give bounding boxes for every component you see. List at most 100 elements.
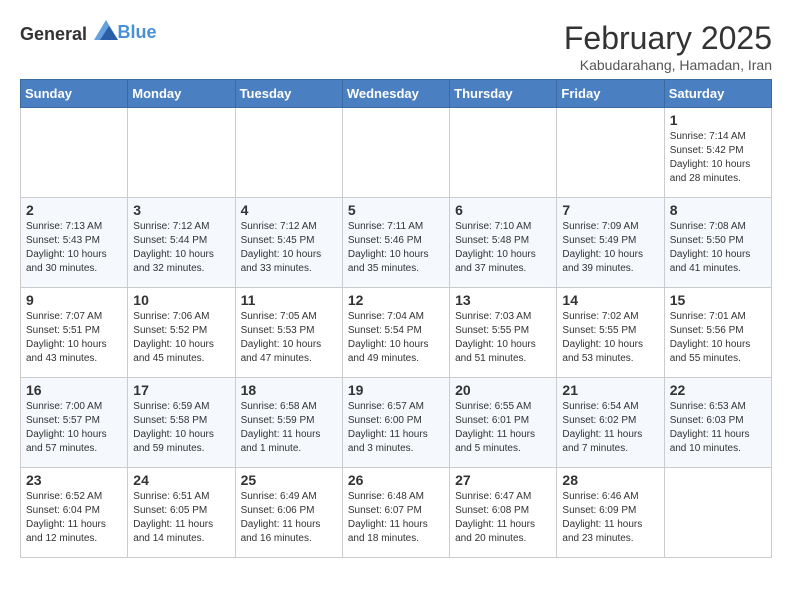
calendar-cell: 7 Sunrise: 7:09 AM Sunset: 5:49 PM Daylig… [557,198,664,288]
calendar-cell: 14 Sunrise: 7:02 AM Sunset: 5:55 PM Dayli… [557,288,664,378]
calendar-cell: 26 Sunrise: 6:48 AM Sunset: 6:07 PM Dayli… [342,468,449,558]
calendar-cell: 5 Sunrise: 7:11 AM Sunset: 5:46 PM Daylig… [342,198,449,288]
calendar-header-row: SundayMondayTuesdayWednesdayThursdayFrid… [21,80,772,108]
day-number: 12 [348,292,444,308]
weekday-header-thursday: Thursday [450,80,557,108]
page-header: General Blue February 2025 Kabudarahang,… [20,20,772,73]
day-number: 28 [562,472,658,488]
day-number: 4 [241,202,337,218]
logo-blue: Blue [118,22,157,42]
day-detail: Sunrise: 6:57 AM Sunset: 6:00 PM Dayligh… [348,400,444,456]
day-number: 7 [562,202,658,218]
calendar-cell: 22 Sunrise: 6:53 AM Sunset: 6:03 PM Dayli… [664,378,771,468]
calendar-cell: 1 Sunrise: 7:14 AM Sunset: 5:42 PM Daylig… [664,108,771,198]
day-number: 17 [133,382,229,398]
day-number: 15 [670,292,766,308]
day-detail: Sunrise: 6:47 AM Sunset: 6:08 PM Dayligh… [455,490,551,546]
day-detail: Sunrise: 7:03 AM Sunset: 5:55 PM Dayligh… [455,310,551,366]
day-number: 14 [562,292,658,308]
day-detail: Sunrise: 7:06 AM Sunset: 5:52 PM Dayligh… [133,310,229,366]
calendar-cell: 11 Sunrise: 7:05 AM Sunset: 5:53 PM Dayli… [235,288,342,378]
calendar-cell: 17 Sunrise: 6:59 AM Sunset: 5:58 PM Dayli… [128,378,235,468]
calendar-cell: 12 Sunrise: 7:04 AM Sunset: 5:54 PM Dayli… [342,288,449,378]
calendar-cell: 6 Sunrise: 7:10 AM Sunset: 5:48 PM Daylig… [450,198,557,288]
day-number: 13 [455,292,551,308]
calendar-cell: 21 Sunrise: 6:54 AM Sunset: 6:02 PM Dayli… [557,378,664,468]
calendar-cell [557,108,664,198]
day-number: 1 [670,112,766,128]
calendar-cell: 16 Sunrise: 7:00 AM Sunset: 5:57 PM Dayli… [21,378,128,468]
day-number: 18 [241,382,337,398]
day-detail: Sunrise: 6:53 AM Sunset: 6:03 PM Dayligh… [670,400,766,456]
day-detail: Sunrise: 7:09 AM Sunset: 5:49 PM Dayligh… [562,220,658,276]
weekday-header-sunday: Sunday [21,80,128,108]
day-detail: Sunrise: 6:59 AM Sunset: 5:58 PM Dayligh… [133,400,229,456]
location-subtitle: Kabudarahang, Hamadan, Iran [564,57,772,73]
calendar-cell: 25 Sunrise: 6:49 AM Sunset: 6:06 PM Dayli… [235,468,342,558]
day-detail: Sunrise: 7:14 AM Sunset: 5:42 PM Dayligh… [670,130,766,186]
day-number: 11 [241,292,337,308]
calendar-cell [342,108,449,198]
weekday-header-tuesday: Tuesday [235,80,342,108]
day-detail: Sunrise: 7:12 AM Sunset: 5:44 PM Dayligh… [133,220,229,276]
calendar-week-3: 9 Sunrise: 7:07 AM Sunset: 5:51 PM Daylig… [21,288,772,378]
day-number: 25 [241,472,337,488]
calendar-week-5: 23Sunrise: 6:52 AM Sunset: 6:04 PM Dayli… [21,468,772,558]
month-title: February 2025 [564,20,772,57]
calendar-cell: 9 Sunrise: 7:07 AM Sunset: 5:51 PM Daylig… [21,288,128,378]
day-detail: Sunrise: 6:51 AM Sunset: 6:05 PM Dayligh… [133,490,229,546]
calendar-cell: 18 Sunrise: 6:58 AM Sunset: 5:59 PM Dayli… [235,378,342,468]
day-detail: Sunrise: 6:48 AM Sunset: 6:07 PM Dayligh… [348,490,444,546]
day-number: 5 [348,202,444,218]
day-detail: Sunrise: 7:10 AM Sunset: 5:48 PM Dayligh… [455,220,551,276]
day-detail: Sunrise: 7:07 AM Sunset: 5:51 PM Dayligh… [26,310,122,366]
day-number: 9 [26,292,122,308]
day-detail: Sunrise: 6:46 AM Sunset: 6:09 PM Dayligh… [562,490,658,546]
calendar-table: SundayMondayTuesdayWednesdayThursdayFrid… [20,79,772,558]
calendar-cell: 2Sunrise: 7:13 AM Sunset: 5:43 PM Daylig… [21,198,128,288]
calendar-cell [128,108,235,198]
weekday-header-wednesday: Wednesday [342,80,449,108]
day-number: 3 [133,202,229,218]
calendar-week-2: 2Sunrise: 7:13 AM Sunset: 5:43 PM Daylig… [21,198,772,288]
day-detail: Sunrise: 7:08 AM Sunset: 5:50 PM Dayligh… [670,220,766,276]
day-detail: Sunrise: 6:55 AM Sunset: 6:01 PM Dayligh… [455,400,551,456]
calendar-cell: 24 Sunrise: 6:51 AM Sunset: 6:05 PM Dayli… [128,468,235,558]
day-detail: Sunrise: 7:01 AM Sunset: 5:56 PM Dayligh… [670,310,766,366]
day-number: 22 [670,382,766,398]
day-number: 24 [133,472,229,488]
calendar-cell: 8 Sunrise: 7:08 AM Sunset: 5:50 PM Daylig… [664,198,771,288]
calendar-cell: 3 Sunrise: 7:12 AM Sunset: 5:44 PM Daylig… [128,198,235,288]
day-number: 10 [133,292,229,308]
day-number: 8 [670,202,766,218]
day-number: 21 [562,382,658,398]
logo-general: General [20,24,87,44]
day-number: 20 [455,382,551,398]
day-detail: Sunrise: 7:13 AM Sunset: 5:43 PM Dayligh… [26,220,122,276]
day-number: 27 [455,472,551,488]
day-number: 16 [26,382,122,398]
title-section: February 2025 Kabudarahang, Hamadan, Ira… [564,20,772,73]
day-detail: Sunrise: 6:58 AM Sunset: 5:59 PM Dayligh… [241,400,337,456]
day-detail: Sunrise: 7:04 AM Sunset: 5:54 PM Dayligh… [348,310,444,366]
day-detail: Sunrise: 7:00 AM Sunset: 5:57 PM Dayligh… [26,400,122,456]
calendar-cell [21,108,128,198]
weekday-header-saturday: Saturday [664,80,771,108]
day-detail: Sunrise: 7:05 AM Sunset: 5:53 PM Dayligh… [241,310,337,366]
day-detail: Sunrise: 7:12 AM Sunset: 5:45 PM Dayligh… [241,220,337,276]
day-detail: Sunrise: 6:52 AM Sunset: 6:04 PM Dayligh… [26,490,122,546]
day-number: 6 [455,202,551,218]
day-number: 19 [348,382,444,398]
logo-icon [94,20,118,40]
day-number: 26 [348,472,444,488]
calendar-cell: 13 Sunrise: 7:03 AM Sunset: 5:55 PM Dayli… [450,288,557,378]
calendar-week-1: 1 Sunrise: 7:14 AM Sunset: 5:42 PM Daylig… [21,108,772,198]
day-detail: Sunrise: 6:49 AM Sunset: 6:06 PM Dayligh… [241,490,337,546]
logo: General Blue [20,20,157,45]
day-detail: Sunrise: 6:54 AM Sunset: 6:02 PM Dayligh… [562,400,658,456]
day-detail: Sunrise: 7:11 AM Sunset: 5:46 PM Dayligh… [348,220,444,276]
day-detail: Sunrise: 7:02 AM Sunset: 5:55 PM Dayligh… [562,310,658,366]
weekday-header-monday: Monday [128,80,235,108]
calendar-cell: 19 Sunrise: 6:57 AM Sunset: 6:00 PM Dayli… [342,378,449,468]
calendar-cell [664,468,771,558]
